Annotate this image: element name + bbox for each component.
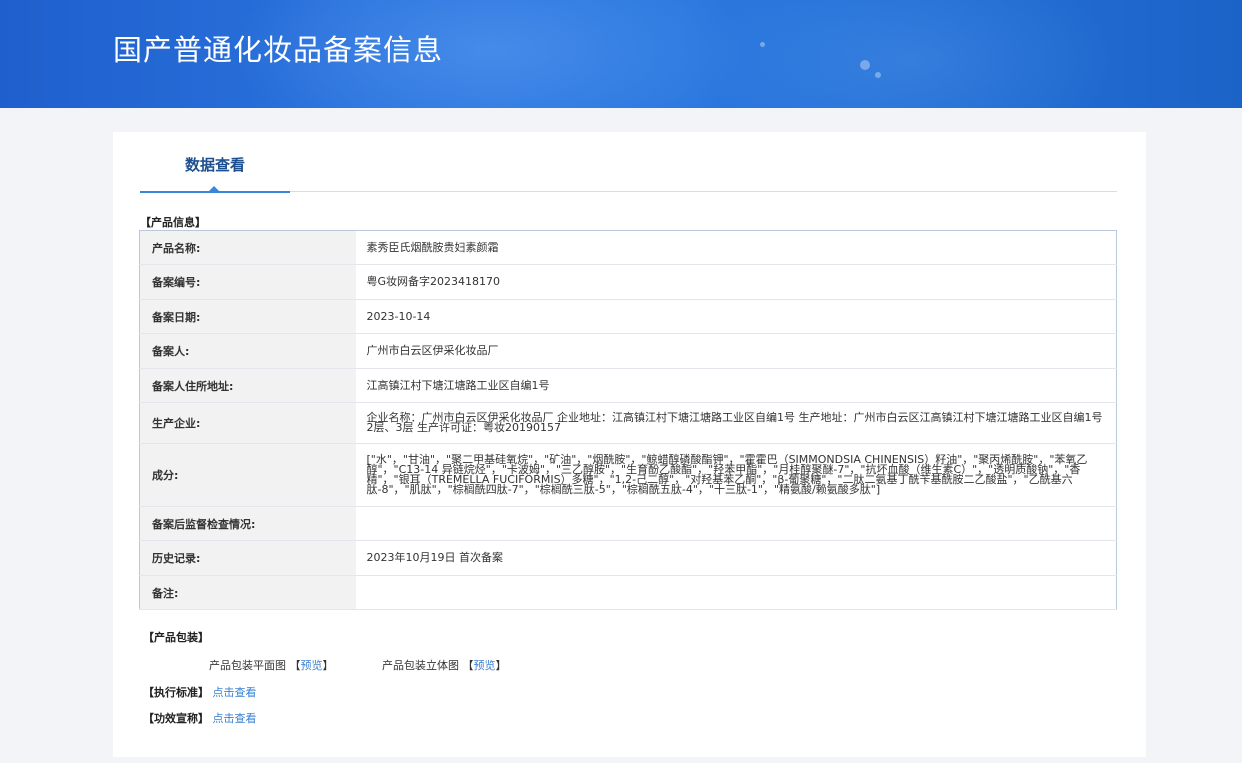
table-row: 备注: <box>139 575 1117 610</box>
tab-label: 数据查看 <box>184 156 245 174</box>
banner-dot <box>875 72 881 78</box>
caret-up-icon <box>209 186 219 191</box>
bracket-open: 【 <box>289 659 301 672</box>
table-row: 备案编号: 粤G妆网备字2023418170 <box>139 264 1117 300</box>
banner-dot <box>760 42 765 47</box>
content-card: 数据查看 【产品信息】 产品名称: 素秀臣氏烟酰胺贵妇素颜霜 备案编号: 粤G妆… <box>113 132 1146 757</box>
package-flat-label: 产品包装平面图 <box>209 659 286 672</box>
row-value: 广州市白云区伊采化妆品厂 <box>355 333 1117 369</box>
row-label: 备注: <box>139 575 356 610</box>
bracket-close: 】 <box>495 659 507 672</box>
banner-dot <box>860 60 870 70</box>
bracket-open: 【 <box>462 659 474 672</box>
row-label: 产品名称: <box>139 230 356 265</box>
tab-active-indicator <box>140 191 290 193</box>
table-row: 备案人: 广州市白云区伊采化妆品厂 <box>139 333 1117 369</box>
standard-view-link[interactable]: 点击查看 <box>213 686 257 699</box>
row-label: 备案人: <box>139 333 356 369</box>
row-label: 历史记录: <box>139 540 356 576</box>
row-value: 江高镇江村下塘江塘路工业区自编1号 <box>355 368 1117 403</box>
standard-label: 【执行标准】 <box>143 686 209 699</box>
efficacy-line: 【功效宣称】 点击查看 <box>143 710 257 726</box>
header-banner: 国产普通化妆品备案信息 <box>0 0 1242 108</box>
row-value: 2023-10-14 <box>355 299 1117 334</box>
product-info-table: 产品名称: 素秀臣氏烟酰胺贵妇素颜霜 备案编号: 粤G妆网备字202341817… <box>139 230 1117 610</box>
table-row: 备案日期: 2023-10-14 <box>139 299 1117 334</box>
row-value <box>355 506 1117 541</box>
row-label: 备案日期: <box>139 299 356 334</box>
table-row: 历史记录: 2023年10月19日 首次备案 <box>139 540 1117 576</box>
table-row: 产品名称: 素秀臣氏烟酰胺贵妇素颜霜 <box>139 230 1117 265</box>
section-title-packaging: 【产品包装】 <box>143 631 209 644</box>
table-row: 备案后监督检查情况: <box>139 506 1117 541</box>
package-flat-item: 产品包装平面图 【预览】 <box>209 657 334 673</box>
tab-data-view[interactable]: 数据查看 <box>140 132 290 193</box>
banner-decoration <box>700 0 1120 108</box>
row-label: 成分: <box>139 443 356 507</box>
row-value <box>355 575 1117 610</box>
package-solid-label: 产品包装立体图 <box>382 659 459 672</box>
table-row: 成分: ["水"，"甘油"，"聚二甲基硅氧烷"，"矿油"，"烟酰胺"，"鲸蜡醇磷… <box>139 443 1117 507</box>
package-solid-item: 产品包装立体图 【预览】 <box>382 657 507 673</box>
section-title-product-info: 【产品信息】 <box>140 216 206 229</box>
efficacy-label: 【功效宣称】 <box>143 712 209 725</box>
package-solid-preview-link[interactable]: 预览 <box>474 659 496 672</box>
row-label: 备案后监督检查情况: <box>139 506 356 541</box>
package-flat-preview-link[interactable]: 预览 <box>301 659 323 672</box>
bracket-close: 】 <box>322 659 334 672</box>
row-label: 生产企业: <box>139 402 356 444</box>
row-value: 素秀臣氏烟酰胺贵妇素颜霜 <box>355 230 1117 265</box>
row-value: 2023年10月19日 首次备案 <box>355 540 1117 576</box>
page-title: 国产普通化妆品备案信息 <box>113 33 444 67</box>
row-value: 企业名称：广州市白云区伊采化妆品厂 企业地址：江高镇江村下塘江塘路工业区自编1号… <box>355 402 1117 444</box>
efficacy-view-link[interactable]: 点击查看 <box>213 712 257 725</box>
tab-bar: 数据查看 <box>140 132 1117 193</box>
table-row: 生产企业: 企业名称：广州市白云区伊采化妆品厂 企业地址：江高镇江村下塘江塘路工… <box>139 402 1117 444</box>
row-label: 备案编号: <box>139 264 356 300</box>
row-label: 备案人住所地址: <box>139 368 356 403</box>
row-value: 粤G妆网备字2023418170 <box>355 264 1117 300</box>
row-value: ["水"，"甘油"，"聚二甲基硅氧烷"，"矿油"，"烟酰胺"，"鲸蜡醇磷酸酯钾"… <box>355 443 1117 507</box>
table-row: 备案人住所地址: 江高镇江村下塘江塘路工业区自编1号 <box>139 368 1117 403</box>
standard-line: 【执行标准】 点击查看 <box>143 684 257 700</box>
